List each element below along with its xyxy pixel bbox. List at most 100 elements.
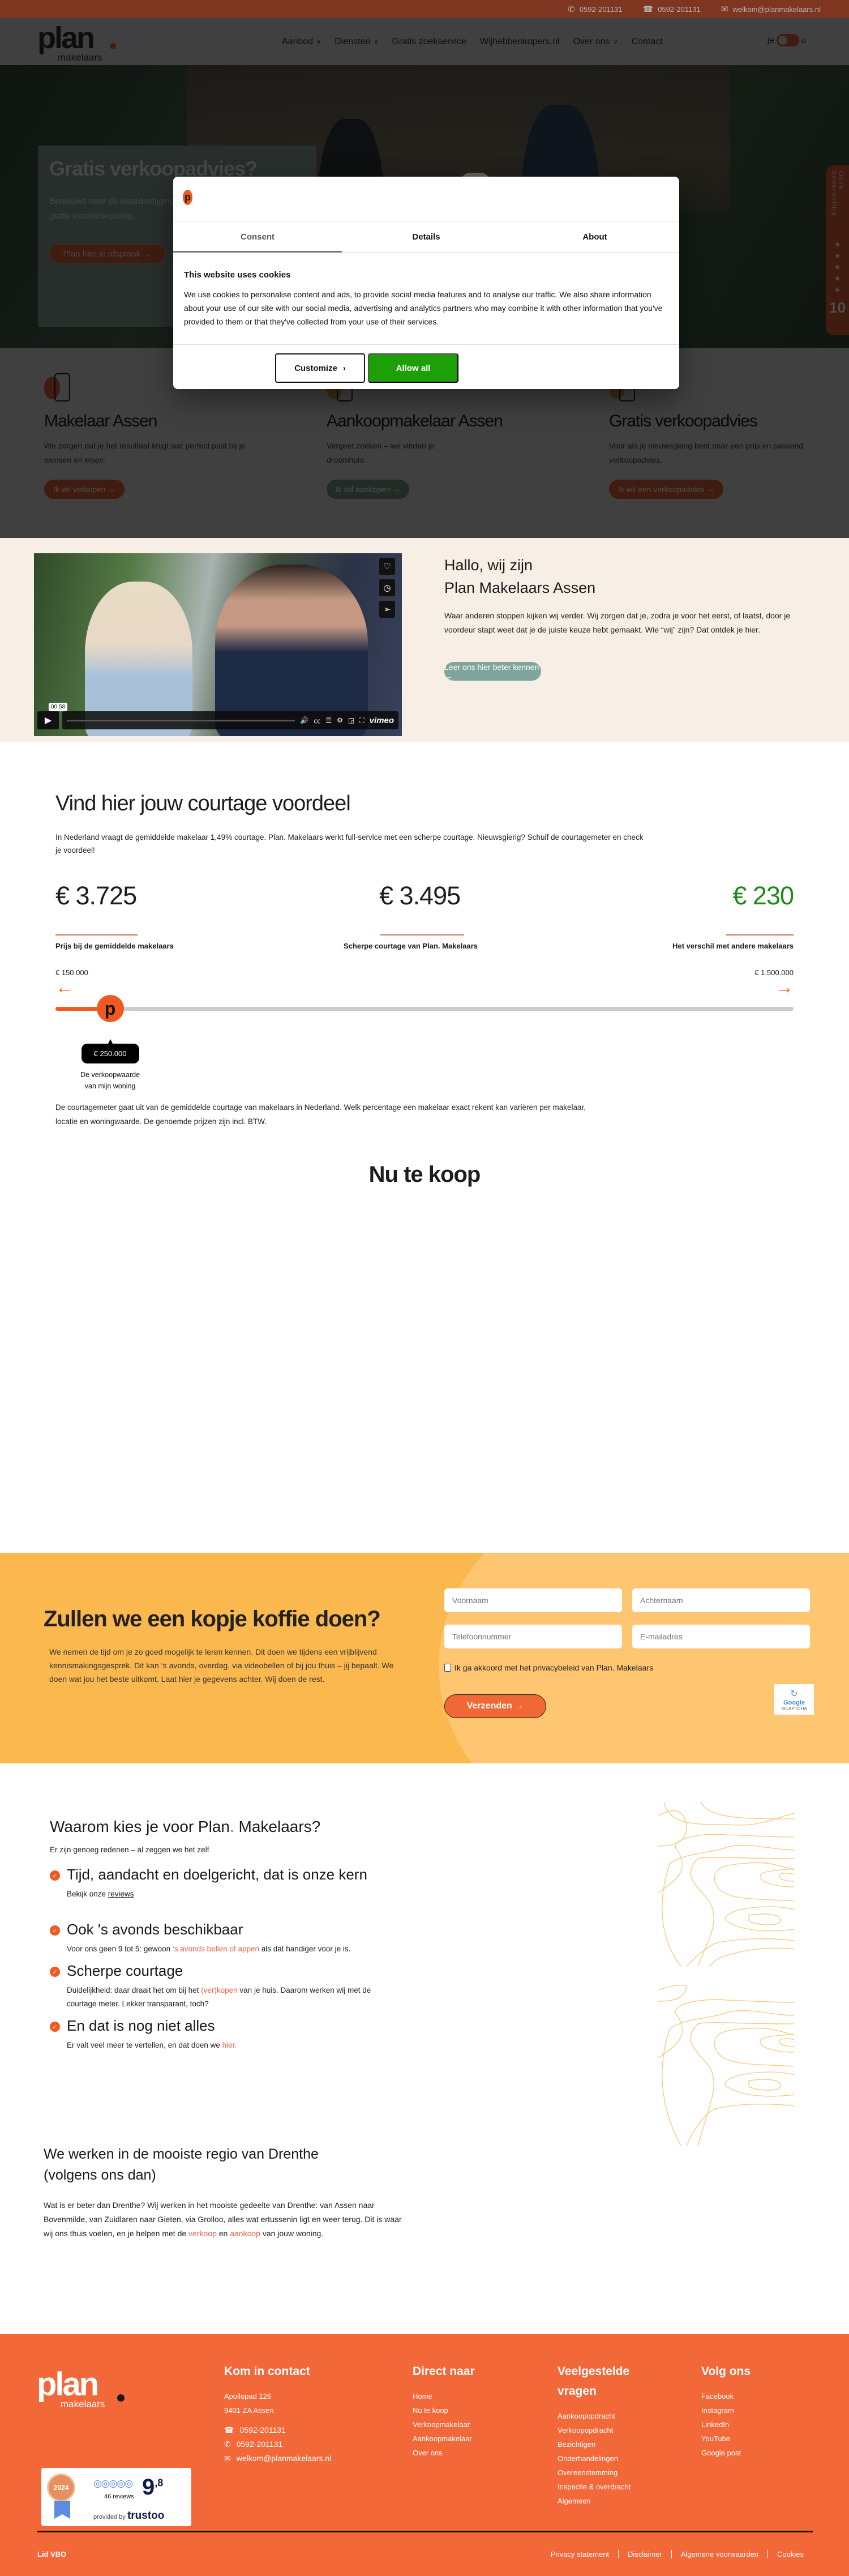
pip-icon[interactable]: ◲	[348, 716, 354, 724]
courtage-slider-track[interactable]	[55, 1007, 794, 1011]
footer-logo[interactable]: plan makelaars	[37, 2368, 125, 2410]
arrow-right-icon[interactable]: →	[775, 977, 794, 998]
volume-icon[interactable]: 🔊	[300, 716, 308, 724]
star-icon: ★	[834, 251, 841, 260]
facebook-link[interactable]: Facebook	[701, 2389, 751, 2403]
footer-email-link[interactable]: ✉ welkom@planmakelaars.nl	[224, 2451, 331, 2466]
site-header: plan makelaars Aanbod ∨ Diensten ∨ Gratis …	[0, 18, 849, 65]
cookies-link[interactable]: Cookies	[767, 2550, 813, 2558]
nav-item-over-ons[interactable]: Over ons ∨	[573, 37, 618, 47]
video-control-bar: 🔊 ㏄ ☰ ⚙ ◲ ⛶ vimeo	[62, 711, 398, 729]
footer-link[interactable]: Algemeen	[558, 2494, 642, 2508]
cookie-consent-dialog: p Consent Details About This website use…	[173, 177, 679, 389]
tab-about[interactable]: About	[511, 221, 679, 252]
region-text: Wat is er beter dan Drenthe? Wij werken …	[44, 2201, 402, 2238]
check-icon: ✓	[50, 2022, 60, 2032]
logo-subtitle: makelaars	[58, 52, 102, 63]
nav-item-wijhebbenkopers[interactable]: Wijhebbenkopers.nl	[480, 37, 560, 47]
rating-tab[interactable]: Onze beoordeling ★ ★ ★ ★ ★ 10	[826, 165, 849, 335]
site-footer: plan makelaars 2024 ◎◎◎◎◎ 46 reviews 9,8…	[0, 2334, 849, 2576]
share-icon[interactable]: ➢	[379, 601, 395, 618]
verkoop-link[interactable]: verkoop	[188, 2229, 217, 2238]
submit-button[interactable]: Verzenden →	[444, 1694, 546, 1718]
linkedin-link[interactable]: LinkedIn	[701, 2417, 751, 2432]
topbar-email-link[interactable]: ✉ welkom@planmakelaars.nl	[721, 4, 821, 14]
slider-value-tooltip: € 250.000	[81, 1039, 139, 1063]
topbar-phone-link[interactable]: ☎ 0592-201131	[643, 4, 701, 14]
divider	[726, 934, 794, 935]
main-nav: Aanbod ∨ Diensten ∨ Gratis zoekservice Wij…	[282, 18, 663, 65]
logo-dot	[110, 43, 116, 49]
arrow-left-icon[interactable]: ←	[55, 977, 74, 998]
cookie-text: We use cookies to personalise content an…	[184, 290, 663, 326]
google-post-link[interactable]: Google post	[701, 2446, 751, 2460]
verkopen-link[interactable]: (ver)kopen	[201, 1986, 238, 1994]
footer-phone-link[interactable]: ☎ 0592-201131	[224, 2423, 331, 2437]
footer-whatsapp-link[interactable]: ✆ 0592-201131	[224, 2437, 331, 2451]
privacy-checkbox[interactable]	[444, 1664, 451, 1672]
firstname-input[interactable]	[444, 1588, 622, 1612]
like-icon[interactable]: ♡	[379, 558, 395, 575]
courtage-slider-thumb[interactable]: p	[96, 995, 124, 1022]
courtage-title: Vind hier jouw courtage voordeel	[55, 792, 351, 815]
buy-button[interactable]: Ik wil aankopen →	[327, 480, 410, 499]
nav-item-diensten[interactable]: Diensten ∨	[335, 37, 378, 47]
video-player[interactable]: ♡ ◷ ➢ 00:58 ▶ 🔊 ㏄ ☰ ⚙ ◲ ⛶ vimeo	[34, 553, 402, 736]
email-input[interactable]	[632, 1625, 810, 1648]
transcript-icon[interactable]: ☰	[325, 716, 332, 724]
footer-link[interactable]: Over ons	[413, 2446, 475, 2460]
logo-dot	[117, 2394, 125, 2402]
nav-item-gratis-zoekservice[interactable]: Gratis zoekservice	[392, 37, 466, 47]
site-logo[interactable]: plan makelaars	[37, 23, 117, 63]
tab-details[interactable]: Details	[342, 221, 511, 252]
learn-more-button[interactable]: Leer ons hier beter kennen →	[444, 662, 541, 681]
disclaimer-link[interactable]: Disclaimer	[618, 2550, 671, 2558]
privacy-statement-link[interactable]: Privacy statement	[542, 2550, 618, 2558]
topbar-whatsapp-link[interactable]: ✆ 0592-201131	[568, 4, 622, 14]
play-icon[interactable]: ▶	[37, 711, 59, 729]
vimeo-logo[interactable]: vimeo	[370, 716, 394, 725]
fullscreen-icon[interactable]: ⛶	[359, 716, 364, 725]
footer-link[interactable]: Inspectie & overdracht	[558, 2480, 642, 2494]
captions-icon[interactable]: ㏄	[314, 716, 320, 725]
recaptcha-icon: ↻	[790, 1689, 798, 1699]
nav-item-contact[interactable]: Contact	[632, 37, 663, 47]
customize-button[interactable]: Customize ›	[275, 353, 365, 383]
privacy-consent[interactable]: Ik ga akkoord met het privacybeleid van …	[444, 1663, 653, 1672]
recaptcha-badge[interactable]: ↻ Google reCAPTCHA	[774, 1684, 814, 1715]
footer-link[interactable]: Onderhandelingen	[558, 2451, 642, 2466]
footer-link[interactable]: Aankoopmakelaar	[413, 2432, 475, 2446]
footer-link[interactable]: Overeenstemming	[558, 2466, 642, 2480]
aankoop-link[interactable]: aankoop	[230, 2229, 260, 2238]
toggle-switch[interactable]	[776, 34, 799, 46]
video-progress-bar[interactable]	[67, 719, 295, 721]
more-info-link[interactable]: hier.	[222, 2041, 237, 2049]
allow-all-button[interactable]: Allow all	[368, 353, 458, 383]
footer-link[interactable]: Home	[413, 2389, 475, 2403]
rating-rings-icon: ◎◎◎◎◎	[93, 2478, 133, 2489]
reviews-link[interactable]: reviews	[108, 1890, 134, 1898]
footer-link[interactable]: Nu te koop	[413, 2403, 475, 2417]
footer-link[interactable]: Aankoopopdracht	[558, 2409, 642, 2423]
tab-consent[interactable]: Consent	[173, 221, 342, 253]
footer-link[interactable]: Verkoopmakelaar	[413, 2417, 475, 2432]
footer-social-links: Volg ons Facebook Instagram LinkedIn You…	[701, 2361, 751, 2460]
settings-icon[interactable]: ⚙	[337, 716, 343, 724]
lastname-input[interactable]	[632, 1588, 810, 1612]
footer-link[interactable]: Verkoopopdracht	[558, 2423, 642, 2437]
chevron-down-icon: ∨	[613, 39, 618, 45]
terms-link[interactable]: Algemene voorwaarden	[671, 2550, 767, 2558]
je-u-toggle[interactable]: je u	[767, 34, 806, 46]
sales-advice-button[interactable]: Ik wil een verkoopadvies →	[609, 480, 724, 499]
youtube-link[interactable]: YouTube	[701, 2432, 751, 2446]
footer-link[interactable]: Bezichtigen	[558, 2437, 642, 2451]
footer-faq-links: Veelgestelde vragen Aankoopopdracht Verk…	[558, 2361, 642, 2508]
nav-item-aanbod[interactable]: Aanbod ∨	[282, 37, 321, 47]
trustoo-widget[interactable]: 2024 ◎◎◎◎◎ 46 reviews 9,8 provided by tr…	[41, 2468, 191, 2526]
phone-input[interactable]	[444, 1625, 622, 1648]
watch-later-icon[interactable]: ◷	[379, 579, 395, 596]
instagram-link[interactable]: Instagram	[701, 2403, 751, 2417]
sell-button[interactable]: Ik wil verkopen →	[44, 480, 125, 499]
evening-contact-link[interactable]: ‘s avonds bellen of appen	[173, 1945, 259, 1953]
plan-appointment-button[interactable]: Plan hier je afspraak →	[49, 244, 165, 263]
